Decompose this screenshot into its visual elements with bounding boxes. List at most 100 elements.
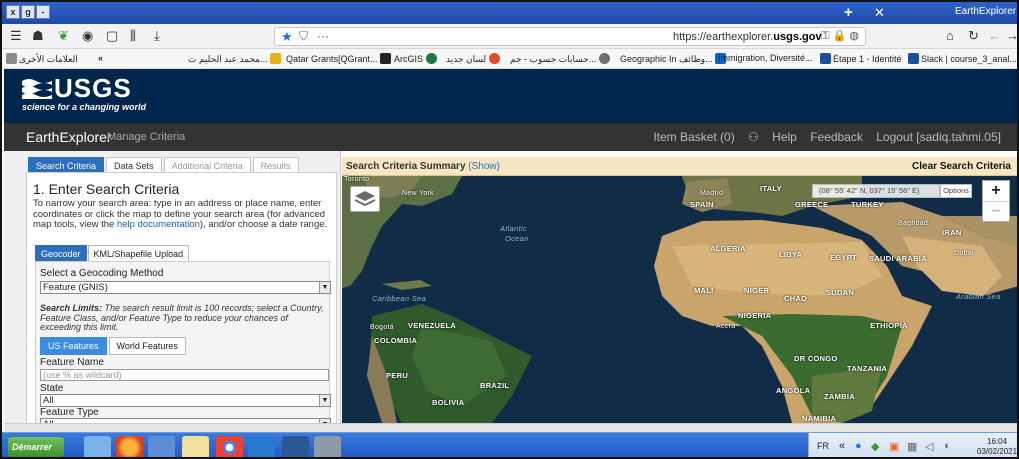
bookmark-other[interactable]: العلامات الأخرى xyxy=(6,53,78,65)
taskbar-search-icon[interactable] xyxy=(248,436,275,457)
intro-text-end: ), and/or choose a date range. xyxy=(199,219,328,230)
bookmark-item[interactable]: Qatar Grants[QGrant... xyxy=(286,53,393,64)
screen: x g - + ✕ EarthExplorer ☰ ☗ ❦ ◉ ▢ ⫼ ⤓ ★ … xyxy=(0,0,1019,459)
state-select[interactable]: All ▼ xyxy=(40,394,331,407)
zoom-out-button[interactable]: − xyxy=(983,201,1009,221)
tab-results[interactable]: Results xyxy=(252,157,299,173)
help-link[interactable]: Help xyxy=(772,130,797,144)
map-label: BOLIVIA xyxy=(432,398,465,407)
download-icon[interactable]: ⤓ xyxy=(154,28,160,44)
map-label: Madrid xyxy=(700,190,724,197)
bookmark-item[interactable]: Slack | course_3_anal... xyxy=(908,53,1017,64)
window-menu-button[interactable]: g xyxy=(21,5,35,19)
map-label: Arabian Sea xyxy=(956,292,1001,301)
tab-additional-criteria[interactable]: Additional Criteria xyxy=(163,157,251,173)
manage-criteria-link[interactable]: Manage Criteria xyxy=(107,131,185,143)
feature-name-input[interactable]: (use % as wildcard) xyxy=(40,369,329,381)
tab-search-criteria[interactable]: Search Criteria xyxy=(28,157,105,173)
logout-link[interactable]: Logout [sadiq.tahmi.05] xyxy=(876,130,1001,144)
tray-battery-icon[interactable]: ◁ xyxy=(925,440,933,453)
tab-world-features[interactable]: World Features xyxy=(108,337,186,355)
method-label: Select a Geocoding Method xyxy=(40,268,164,279)
reload-icon[interactable]: ↻ xyxy=(968,28,979,44)
page-actions-icon[interactable]: ··· xyxy=(317,29,329,43)
taskbar-firefox-icon[interactable] xyxy=(116,436,143,457)
addon-icon[interactable]: ❦ xyxy=(58,28,69,44)
bookmark-item[interactable]: Immigration, Diversité... xyxy=(718,53,813,63)
map-label: IRAN xyxy=(942,228,962,237)
library-icon[interactable]: ⫼ xyxy=(130,28,136,44)
user-icon[interactable]: ⚇ xyxy=(748,130,759,144)
start-button[interactable]: Démarrer xyxy=(8,437,64,457)
item-basket-link[interactable]: Item Basket (0) xyxy=(653,130,734,144)
tray-shield-icon[interactable]: ◆ xyxy=(871,440,879,453)
bookmark-label: حسابات جسوب - جم... xyxy=(510,54,597,64)
map-label: Baghdad xyxy=(898,220,929,227)
taskbar-paint-icon[interactable] xyxy=(182,436,209,457)
tray-update-icon[interactable]: ▣ xyxy=(889,440,899,453)
bookmark-label: Geographic In وظائف... xyxy=(620,54,713,64)
address-bar[interactable]: ★ ⛉ ··· https://earthexplorer.usgs.gov ⚿… xyxy=(274,27,866,46)
feature-type-label: Feature Type xyxy=(40,407,99,418)
tray-app-icon[interactable]: ● xyxy=(855,440,862,452)
bookmark-label: Immigration, Diversité... xyxy=(718,53,813,63)
browser-tab-title[interactable]: EarthExplorer xyxy=(955,6,1016,17)
tray-network-icon[interactable]: ▦ xyxy=(907,440,917,453)
clear-search-criteria-link[interactable]: Clear Search Criteria xyxy=(912,161,1011,172)
bookmarks-overflow-icon[interactable]: « xyxy=(98,53,103,63)
menu-icon[interactable]: ☰ xyxy=(10,28,22,44)
bookmark-item[interactable]: حسابات جسوب - جم... xyxy=(510,53,612,65)
map-label: Dubai xyxy=(954,250,974,257)
bookmark-item[interactable]: ArcGIS xyxy=(394,53,439,64)
home-icon[interactable]: ⌂ xyxy=(946,28,954,43)
tray-clock[interactable]: 16:04 03/02/2021 xyxy=(977,437,1017,457)
bookmark-item[interactable]: Geographic In وظائف... xyxy=(620,53,728,65)
help-documentation-link[interactable]: help documentation xyxy=(117,219,200,230)
pocket-icon[interactable]: ◉ xyxy=(82,28,93,44)
tracking-shield-icon[interactable]: ⛉ xyxy=(299,29,308,44)
summary-show-link[interactable]: (Show) xyxy=(468,161,500,172)
taskbar-app-icon[interactable] xyxy=(148,436,175,457)
bookmark-item[interactable]: لسان جديد xyxy=(446,53,502,65)
map-label: ETHIOPIA xyxy=(870,321,908,330)
select-value: Feature (GNIS) xyxy=(43,282,108,293)
back-icon[interactable]: ← xyxy=(988,28,1001,43)
tab-us-features[interactable]: US Features xyxy=(40,337,107,355)
feedback-link[interactable]: Feedback xyxy=(810,130,863,144)
taskbar-explorer-icon[interactable] xyxy=(84,436,111,457)
bookmark-item[interactable]: محمد عبد الحليم ت... xyxy=(188,53,283,65)
tab-data-sets[interactable]: Data Sets xyxy=(106,157,162,173)
forward-icon[interactable]: → xyxy=(1006,28,1017,43)
close-tab-icon[interactable]: ✕ xyxy=(874,5,885,21)
limits-heading: Search Limits: xyxy=(40,303,103,313)
select-value: All xyxy=(43,395,54,406)
map-label: SUDAN xyxy=(826,288,855,297)
usgs-logo[interactable]: USGS science for a changing world xyxy=(22,75,146,112)
map-label: SAUDI ARABIA xyxy=(869,254,927,263)
bookmark-favicon-icon xyxy=(488,53,500,64)
bookmark-star-icon[interactable]: ★ xyxy=(281,29,293,45)
bookmark-item[interactable]: Étape 1 - Identité xyxy=(820,53,902,64)
taskbar-network-icon[interactable] xyxy=(314,436,341,457)
lock-icon[interactable]: ⚿ 🔒 ◍ xyxy=(821,29,859,43)
satellite-map[interactable]: (08° 55' 42" N, 037° 15' 56" E) Options … xyxy=(342,176,1017,423)
language-indicator[interactable]: FR xyxy=(817,441,829,451)
horizontal-scrollbar[interactable] xyxy=(4,423,1017,432)
map-options-button[interactable]: Options xyxy=(940,184,972,198)
tray-arrow-icon[interactable]: « xyxy=(839,440,845,452)
layers-button[interactable] xyxy=(350,186,380,212)
extension-icon[interactable]: ☗ xyxy=(32,28,44,44)
usgs-tagline: science for a changing world xyxy=(22,102,147,112)
zoom-in-button[interactable]: + xyxy=(983,181,1009,201)
new-tab-button[interactable]: + xyxy=(844,4,853,21)
app-brand[interactable]: EarthExplorer xyxy=(26,129,112,145)
taskbar-chrome-icon[interactable] xyxy=(216,436,243,457)
window-minimize-button[interactable]: - xyxy=(36,5,50,19)
window-close-button[interactable]: x xyxy=(6,5,20,19)
reader-icon[interactable]: ▢ xyxy=(106,28,118,44)
volume-icon[interactable]: ◖ xyxy=(943,440,950,452)
map-label: PERU xyxy=(386,371,409,380)
taskbar-word-icon[interactable] xyxy=(282,436,309,457)
geocoder-form: Select a Geocoding Method Feature (GNIS)… xyxy=(35,261,331,431)
geocoding-method-select[interactable]: Feature (GNIS) ▼ xyxy=(40,281,331,294)
